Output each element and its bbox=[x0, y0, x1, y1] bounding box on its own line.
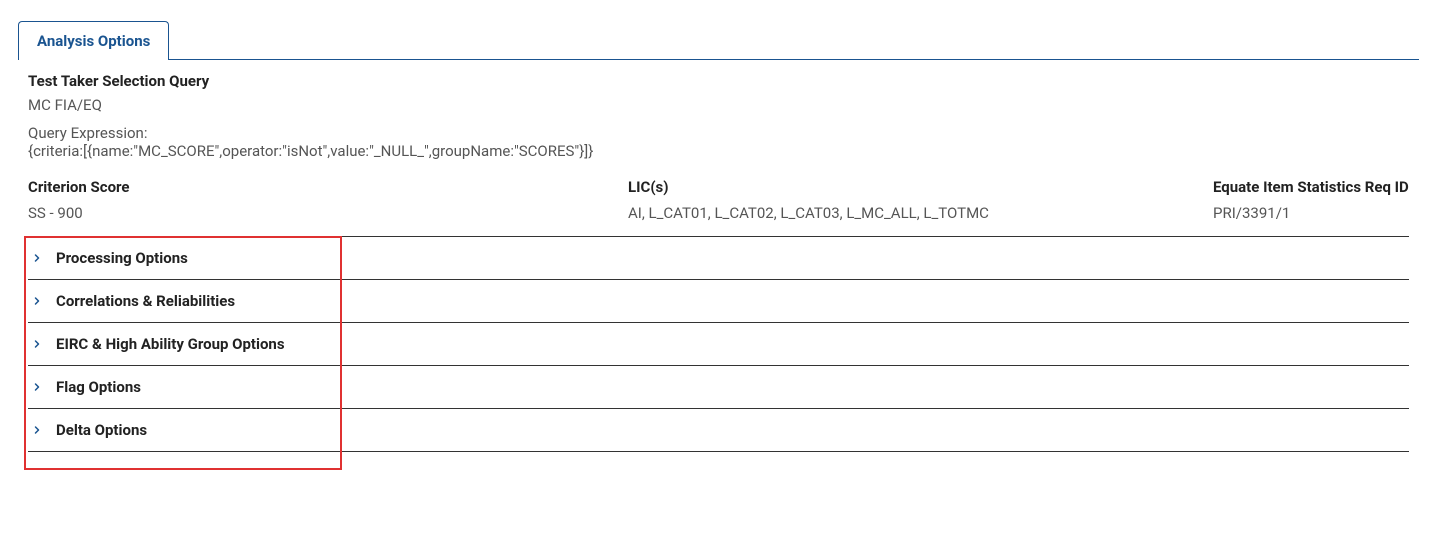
equate-label: Equate Item Statistics Req ID bbox=[1213, 178, 1409, 196]
accordion-group: Processing Options Correlations & Reliab… bbox=[18, 236, 1419, 452]
query-title-value: MC FIA/EQ bbox=[28, 96, 1409, 114]
equate-value: PRI/3391/1 bbox=[1213, 204, 1409, 222]
criterion-score-label: Criterion Score bbox=[28, 178, 628, 196]
chevron-right-icon bbox=[28, 378, 46, 396]
tab-bar: Analysis Options bbox=[18, 20, 1419, 60]
chevron-right-icon bbox=[28, 249, 46, 267]
tab-label: Analysis Options bbox=[37, 32, 150, 50]
query-title-label: Test Taker Selection Query bbox=[28, 72, 1409, 90]
chevron-right-icon bbox=[28, 335, 46, 353]
accordion-eirc-high-ability[interactable]: EIRC & High Ability Group Options bbox=[28, 322, 1409, 365]
accordion-label: Processing Options bbox=[56, 249, 188, 267]
query-expression-value: {criteria:[{name:"MC_SCORE",operator:"is… bbox=[28, 142, 1409, 160]
lic-value: AI, L_CAT01, L_CAT02, L_CAT03, L_MC_ALL,… bbox=[628, 204, 1213, 222]
accordion-label: Correlations & Reliabilities bbox=[56, 292, 235, 310]
lic-label: LIC(s) bbox=[628, 178, 1213, 196]
info-columns: Criterion Score SS - 900 LIC(s) AI, L_CA… bbox=[18, 172, 1419, 236]
tab-analysis-options[interactable]: Analysis Options bbox=[18, 21, 169, 60]
accordion-processing-options[interactable]: Processing Options bbox=[28, 236, 1409, 279]
accordion-delta-options[interactable]: Delta Options bbox=[28, 408, 1409, 452]
chevron-right-icon bbox=[28, 292, 46, 310]
query-section: Test Taker Selection Query MC FIA/EQ Que… bbox=[18, 60, 1419, 172]
accordion-label: Flag Options bbox=[56, 378, 141, 396]
accordion-label: Delta Options bbox=[56, 421, 147, 439]
chevron-right-icon bbox=[28, 421, 46, 439]
criterion-score-value: SS - 900 bbox=[28, 204, 628, 222]
accordion-correlations-reliabilities[interactable]: Correlations & Reliabilities bbox=[28, 279, 1409, 322]
accordion-label: EIRC & High Ability Group Options bbox=[56, 335, 285, 353]
accordion-flag-options[interactable]: Flag Options bbox=[28, 365, 1409, 408]
query-expression-label: Query Expression: bbox=[28, 124, 1409, 142]
